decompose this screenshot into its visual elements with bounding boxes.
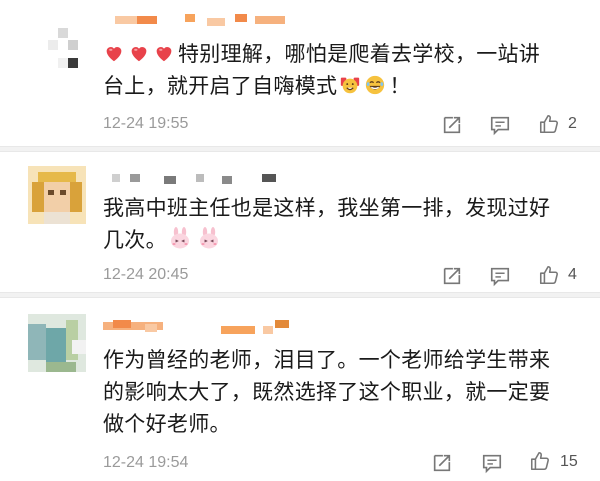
thumbs-up-icon[interactable] — [529, 450, 551, 472]
reply-icon[interactable] — [481, 452, 503, 474]
laughing-emoji — [366, 75, 385, 95]
reply-icon[interactable] — [489, 265, 511, 287]
comment-text: 特别理解，哪怕是爬着去学校，一站讲 台上，就开启了自嗨模式 ！ — [103, 38, 573, 102]
comment-text-line: 几次。 — [103, 228, 167, 252]
share-icon[interactable] — [431, 452, 453, 474]
comment-text-line: ！ — [389, 74, 411, 98]
username[interactable] — [103, 320, 303, 334]
comment-text: 我高中班主任也是这样，我坐第一排，发现过好 几次。 — [103, 192, 573, 256]
cheering-emoji — [341, 77, 360, 94]
avatar[interactable] — [28, 314, 86, 372]
share-icon[interactable] — [441, 114, 463, 136]
share-icon[interactable] — [441, 265, 463, 287]
bunny-emoji — [170, 227, 189, 249]
comment-text-line: 台上，就开启了自嗨模式 — [103, 74, 338, 98]
comment-text-line: 做个好老师。 — [103, 412, 231, 436]
like-count: 4 — [568, 266, 577, 283]
username[interactable] — [115, 14, 305, 28]
like-count: 2 — [568, 115, 577, 132]
comment-text: 作为曾经的老师，泪目了。一个老师给学生带来 的影响太大了，既然选择了这个职业，就… — [103, 344, 573, 440]
username[interactable] — [112, 174, 292, 188]
bunny-emoji — [199, 227, 218, 249]
comment-item: 作为曾经的老师，泪目了。一个老师给学生带来 的影响太大了，既然选择了这个职业，就… — [0, 298, 600, 481]
comment-item: 特别理解，哪怕是爬着去学校，一站讲 台上，就开启了自嗨模式 ！ 12-24 19:… — [0, 0, 600, 146]
comment-time: 12-24 20:45 — [103, 266, 189, 283]
avatar[interactable] — [28, 166, 86, 224]
comment-text-line: 我高中班主任也是这样，我坐第一排，发现过好 — [103, 196, 551, 220]
thumbs-up-icon[interactable] — [538, 264, 560, 286]
reply-icon[interactable] — [489, 114, 511, 136]
comment-time: 12-24 19:54 — [103, 454, 189, 471]
comment-text-line: 的影响太大了，既然选择了这个职业，就一定要 — [103, 380, 551, 404]
comment-text-line: 作为曾经的老师，泪目了。一个老师给学生带来 — [103, 348, 551, 372]
comment-item: 我高中班主任也是这样，我坐第一排，发现过好 几次。 12-24 20:45 4 — [0, 152, 600, 292]
heart-emoji — [156, 47, 172, 62]
like-count: 15 — [560, 453, 578, 470]
heart-emoji — [131, 47, 147, 62]
comment-time: 12-24 19:55 — [103, 115, 189, 132]
comment-text-line: 特别理解，哪怕是爬着去学校，一站讲 — [178, 42, 541, 66]
avatar[interactable] — [28, 18, 86, 76]
thumbs-up-icon[interactable] — [538, 113, 560, 135]
heart-emoji — [106, 47, 122, 62]
